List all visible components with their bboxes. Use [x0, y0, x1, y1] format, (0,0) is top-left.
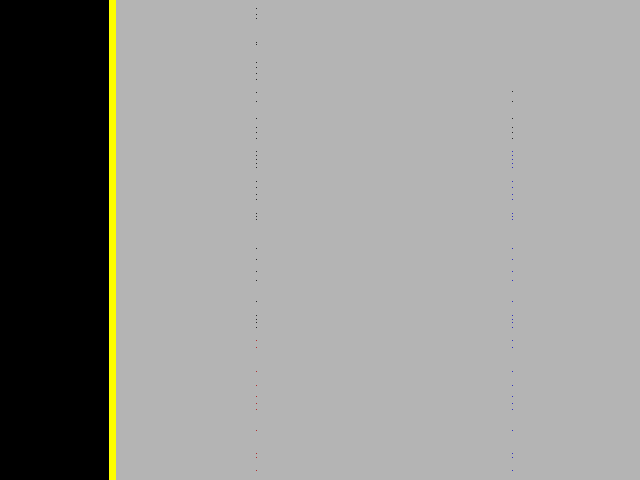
- dot-mark: [256, 271, 257, 272]
- dot-mark: [512, 327, 513, 328]
- dot-mark: [512, 430, 513, 431]
- dot-mark: [512, 271, 513, 272]
- dot-mark: [256, 347, 257, 348]
- dot-mark: [512, 132, 513, 133]
- dot-mark: [512, 167, 513, 168]
- dot-mark: [256, 396, 257, 397]
- dot-mark: [256, 14, 257, 15]
- dot-mark: [256, 280, 257, 281]
- dot-mark: [256, 73, 257, 74]
- dot-column-left: [255, 0, 258, 480]
- dot-mark: [256, 151, 257, 152]
- dot-mark: [256, 187, 257, 188]
- dot-mark: [512, 155, 513, 156]
- dot-mark: [512, 319, 513, 320]
- dot-mark: [256, 470, 257, 471]
- dot-mark: [256, 18, 257, 19]
- dot-mark: [512, 322, 513, 323]
- dot-mark: [256, 322, 257, 323]
- dot-mark: [512, 301, 513, 302]
- dot-mark: [256, 62, 257, 63]
- dot-mark: [256, 409, 257, 410]
- dot-mark: [256, 213, 257, 214]
- dot-mark: [512, 163, 513, 164]
- dot-mark: [512, 213, 513, 214]
- dot-mark: [256, 430, 257, 431]
- dot-mark: [512, 371, 513, 372]
- dot-mark: [512, 127, 513, 128]
- dot-mark: [512, 385, 513, 386]
- dot-mark: [256, 248, 257, 249]
- dot-mark: [512, 396, 513, 397]
- left-panel: [0, 0, 109, 480]
- dot-mark: [512, 403, 513, 404]
- dot-mark: [512, 181, 513, 182]
- dot-mark: [256, 457, 257, 458]
- dot-mark: [512, 151, 513, 152]
- dot-column-right: [511, 0, 514, 480]
- dot-mark: [256, 327, 257, 328]
- dot-mark: [256, 181, 257, 182]
- dot-mark: [512, 159, 513, 160]
- dot-mark: [256, 167, 257, 168]
- dot-mark: [256, 319, 257, 320]
- dot-mark: [256, 101, 257, 102]
- dot-mark: [512, 248, 513, 249]
- dot-mark: [256, 138, 257, 139]
- dot-mark: [512, 280, 513, 281]
- dot-mark: [512, 315, 513, 316]
- divider-bar: [109, 0, 116, 480]
- dot-mark: [256, 219, 257, 220]
- dot-mark: [256, 340, 257, 341]
- canvas-area: [116, 0, 640, 480]
- dot-mark: [256, 385, 257, 386]
- dot-mark: [256, 118, 257, 119]
- dot-mark: [256, 155, 257, 156]
- dot-mark: [256, 259, 257, 260]
- dot-mark: [512, 457, 513, 458]
- dot-mark: [512, 138, 513, 139]
- dot-mark: [512, 453, 513, 454]
- dot-mark: [256, 67, 257, 68]
- dot-mark: [512, 219, 513, 220]
- dot-mark: [512, 187, 513, 188]
- dot-mark: [256, 127, 257, 128]
- dot-mark: [256, 132, 257, 133]
- dot-mark: [512, 216, 513, 217]
- dot-mark: [256, 92, 257, 93]
- dot-mark: [256, 301, 257, 302]
- dot-mark: [256, 159, 257, 160]
- dot-mark: [256, 8, 257, 9]
- dot-mark: [256, 453, 257, 454]
- dot-mark: [256, 371, 257, 372]
- dot-mark: [512, 101, 513, 102]
- dot-mark: [512, 340, 513, 341]
- dot-mark: [256, 403, 257, 404]
- dot-mark: [256, 199, 257, 200]
- dot-mark: [256, 44, 257, 45]
- dot-mark: [512, 409, 513, 410]
- dot-mark: [512, 194, 513, 195]
- dot-mark: [512, 199, 513, 200]
- dot-mark: [256, 315, 257, 316]
- dot-mark: [256, 163, 257, 164]
- dot-mark: [256, 216, 257, 217]
- dot-mark: [512, 259, 513, 260]
- dot-mark: [512, 91, 513, 92]
- dot-mark: [256, 79, 257, 80]
- dot-mark: [512, 118, 513, 119]
- dot-mark: [512, 347, 513, 348]
- dot-mark: [256, 42, 257, 43]
- dot-mark: [512, 470, 513, 471]
- dot-mark: [256, 194, 257, 195]
